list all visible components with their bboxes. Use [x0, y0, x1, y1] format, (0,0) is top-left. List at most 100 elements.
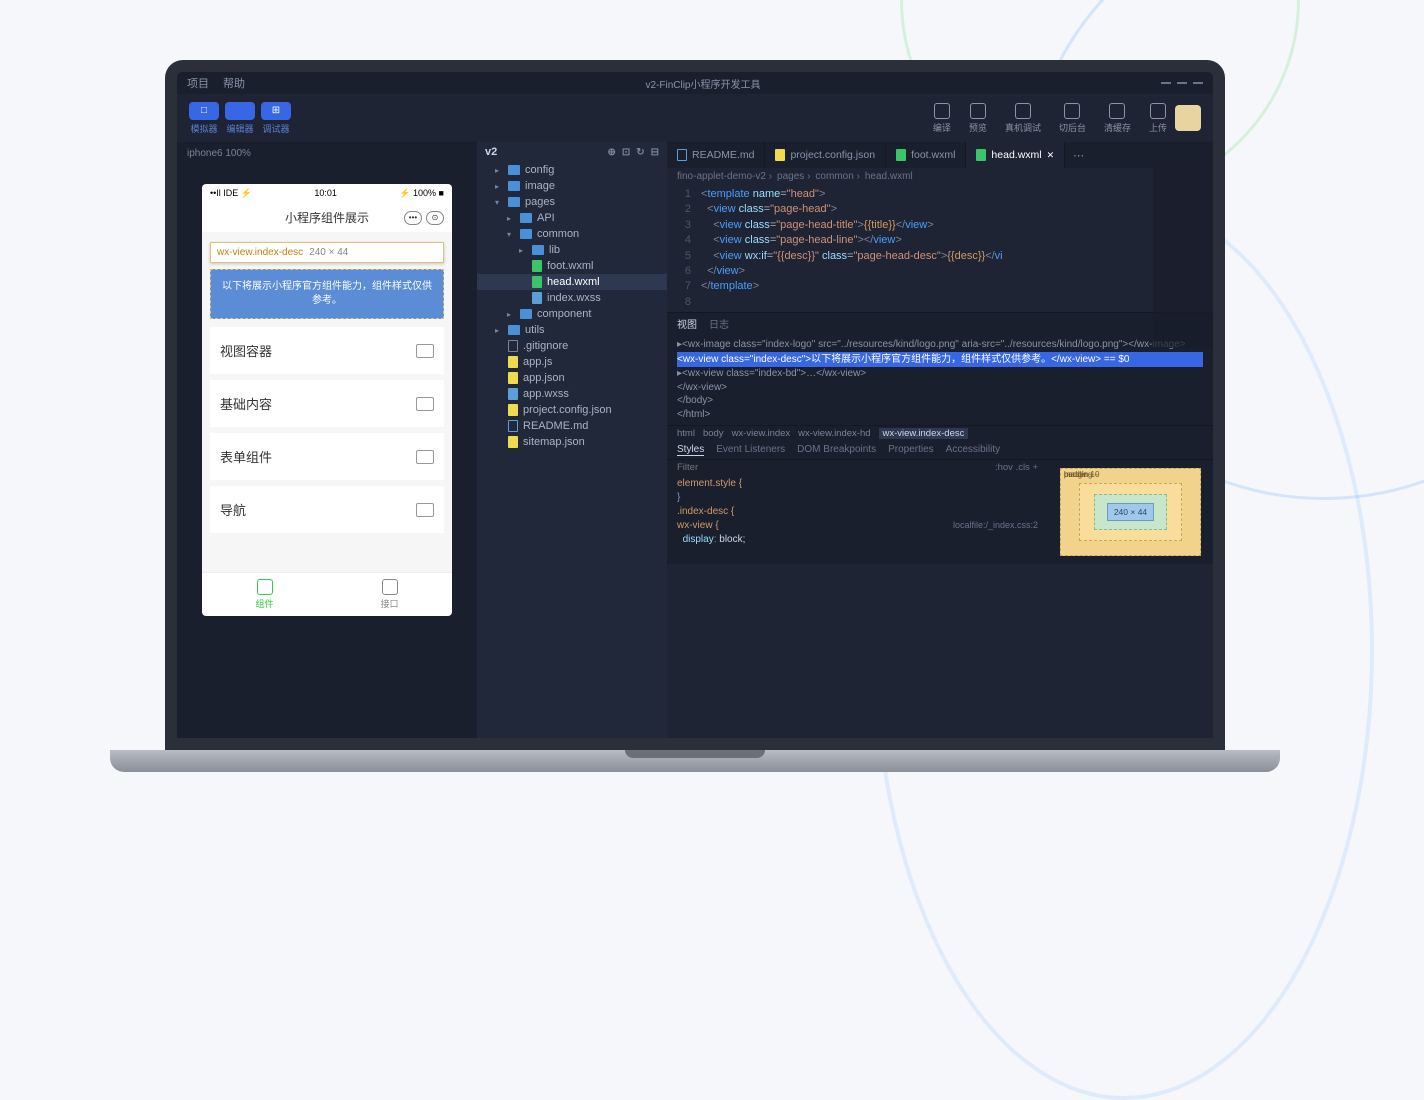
- menu-project[interactable]: 项目: [187, 75, 209, 91]
- css-rules[interactable]: element.style {}.index-desc {</span></di…: [667, 475, 1048, 549]
- capsule-close-icon[interactable]: ⊙: [426, 211, 444, 225]
- devtools: 视图 日志 ▸<wx-image class="index-logo" src=…: [667, 312, 1213, 564]
- file-tree[interactable]: v2 ⊕ ⊡ ↻ ⊟ ▸config▸image▾pages▸API▾common▸l…: [477, 142, 667, 738]
- file-icon: [532, 292, 542, 304]
- tab-README.md[interactable]: README.md: [667, 142, 765, 168]
- file-icon: [508, 340, 518, 352]
- code-editor[interactable]: 1<template name="head">2 <view class="pa…: [667, 185, 1213, 312]
- crumb-item[interactable]: wx-view.index-desc: [879, 428, 969, 439]
- tool-切后台[interactable]: 切后台: [1059, 103, 1086, 134]
- file-icon: [508, 372, 518, 384]
- tree-node-index.wxss[interactable]: index.wxss: [477, 290, 667, 306]
- tool-编辑器[interactable]: 编辑器: [225, 102, 255, 135]
- tree-node-head.wxml[interactable]: head.wxml: [477, 274, 667, 290]
- file-icon: [677, 149, 687, 161]
- styles-filter-controls[interactable]: :hov .cls +: [995, 462, 1038, 473]
- tree-node-README.md[interactable]: README.md: [477, 418, 667, 434]
- tabs-more-icon[interactable]: ⋯: [1065, 142, 1092, 168]
- new-folder-icon[interactable]: ⊡: [622, 147, 630, 158]
- file-icon: [508, 356, 518, 368]
- status-battery: ⚡ 100% ■: [399, 188, 444, 199]
- tree-node-app.wxss[interactable]: app.wxss: [477, 386, 667, 402]
- tree-node-pages[interactable]: ▾pages: [477, 194, 667, 210]
- file-icon: [532, 276, 542, 288]
- tabbar-接口[interactable]: 接口: [327, 573, 452, 616]
- highlighted-element[interactable]: 以下将展示小程序官方组件能力，组件样式仅供参考。: [210, 269, 444, 319]
- simulator-device-info: iphone6 100%: [177, 142, 477, 164]
- folder-icon: [508, 165, 520, 175]
- tree-node-utils[interactable]: ▸utils: [477, 322, 667, 338]
- toolbar: □模拟器编辑器⊞调试器 编译预览真机调试切后台清缓存上传: [177, 94, 1213, 142]
- new-file-icon[interactable]: ⊕: [607, 147, 615, 158]
- tab-project.config.json[interactable]: project.config.json: [765, 142, 886, 168]
- box-model: margin 10 border – padding – 240 × 44: [1048, 460, 1213, 564]
- crumb-item[interactable]: wx-view.index-hd: [798, 428, 870, 439]
- devtools-tab-view[interactable]: 视图: [677, 316, 697, 331]
- folder-icon: [508, 197, 520, 207]
- style-tab-Properties[interactable]: Properties: [888, 444, 934, 456]
- tree-root[interactable]: v2: [485, 146, 497, 158]
- tree-node-app.json[interactable]: app.json: [477, 370, 667, 386]
- tool-预览[interactable]: 预览: [969, 103, 987, 134]
- tree-node-component[interactable]: ▸component: [477, 306, 667, 322]
- close-icon[interactable]: ✕: [1047, 150, 1055, 161]
- dom-breadcrumb[interactable]: html body wx-view.index wx-view.index-hd wx-…: [667, 425, 1213, 441]
- phone-preview[interactable]: ••Il IDE ⚡ 10:01 ⚡ 100% ■ 小程序组件展示 •••⊙ w…: [202, 184, 452, 616]
- tool-上传[interactable]: 上传: [1149, 103, 1167, 134]
- tree-node-common[interactable]: ▾common: [477, 226, 667, 242]
- list-item[interactable]: 表单组件: [210, 433, 444, 480]
- breadcrumb[interactable]: fino-applet-demo-v2pagescommonhead.wxml: [667, 168, 1213, 185]
- tree-node-sitemap.json[interactable]: sitemap.json: [477, 434, 667, 450]
- style-tab-Accessibility[interactable]: Accessibility: [946, 444, 1000, 456]
- tree-node-config[interactable]: ▸config: [477, 162, 667, 178]
- file-icon: [508, 388, 518, 400]
- tree-node-.gitignore[interactable]: .gitignore: [477, 338, 667, 354]
- tabbar-组件[interactable]: 组件: [202, 573, 327, 616]
- crumb-item[interactable]: html: [677, 428, 695, 439]
- crumb-item[interactable]: wx-view.index: [732, 428, 791, 439]
- laptop-frame: 项目 帮助 v2-FinClip小程序开发工具 □模拟器编辑器⊞调试器 编译预览…: [165, 60, 1225, 772]
- menu-help[interactable]: 帮助: [223, 75, 245, 91]
- capsule-menu-icon[interactable]: •••: [404, 211, 422, 225]
- chevron-icon: [416, 344, 434, 358]
- tree-node-lib[interactable]: ▸lib: [477, 242, 667, 258]
- tree-node-app.js[interactable]: app.js: [477, 354, 667, 370]
- window-title: v2-FinClip小程序开发工具: [259, 76, 1147, 91]
- style-tab-Event Listeners[interactable]: Event Listeners: [716, 444, 785, 456]
- tool-模拟器[interactable]: □模拟器: [189, 102, 219, 135]
- tool-编译[interactable]: 编译: [933, 103, 951, 134]
- styles-filter-input[interactable]: [677, 462, 987, 473]
- style-tab-Styles[interactable]: Styles: [677, 444, 704, 456]
- ide-window: 项目 帮助 v2-FinClip小程序开发工具 □模拟器编辑器⊞调试器 编译预览…: [177, 72, 1213, 738]
- collapse-icon[interactable]: ⊟: [651, 147, 659, 158]
- tool-真机调试[interactable]: 真机调试: [1005, 103, 1041, 134]
- file-icon: [508, 436, 518, 448]
- devtools-tab-log[interactable]: 日志: [709, 316, 729, 331]
- tree-node-API[interactable]: ▸API: [477, 210, 667, 226]
- tree-node-foot.wxml[interactable]: foot.wxml: [477, 258, 667, 274]
- chevron-icon: [416, 503, 434, 517]
- editor-panel: README.mdproject.config.jsonfoot.wxmlhea…: [667, 142, 1213, 738]
- file-icon: [532, 260, 542, 272]
- tool-调试器[interactable]: ⊞调试器: [261, 102, 291, 135]
- tool-清缓存[interactable]: 清缓存: [1104, 103, 1131, 134]
- inspector-tooltip: wx-view.index-desc240 × 44: [210, 242, 444, 263]
- tab-head.wxml[interactable]: head.wxml✕: [966, 142, 1065, 168]
- tree-node-project.config.json[interactable]: project.config.json: [477, 402, 667, 418]
- dom-tree[interactable]: ▸<wx-image class="index-logo" src="../re…: [667, 334, 1213, 425]
- menubar: 项目 帮助 v2-FinClip小程序开发工具: [177, 72, 1213, 94]
- tab-foot.wxml[interactable]: foot.wxml: [886, 142, 966, 168]
- avatar[interactable]: [1175, 105, 1201, 131]
- refresh-icon[interactable]: ↻: [636, 147, 644, 158]
- editor-tabs: README.mdproject.config.jsonfoot.wxmlhea…: [667, 142, 1213, 168]
- tree-node-image[interactable]: ▸image: [477, 178, 667, 194]
- list-item[interactable]: 视图容器: [210, 327, 444, 374]
- folder-icon: [508, 325, 520, 335]
- crumb-item[interactable]: body: [703, 428, 724, 439]
- style-tab-DOM Breakpoints[interactable]: DOM Breakpoints: [797, 444, 876, 456]
- minimap[interactable]: [1153, 168, 1213, 348]
- list-item[interactable]: 导航: [210, 486, 444, 533]
- list-item[interactable]: 基础内容: [210, 380, 444, 427]
- folder-icon: [532, 245, 544, 255]
- window-controls[interactable]: [1161, 82, 1203, 84]
